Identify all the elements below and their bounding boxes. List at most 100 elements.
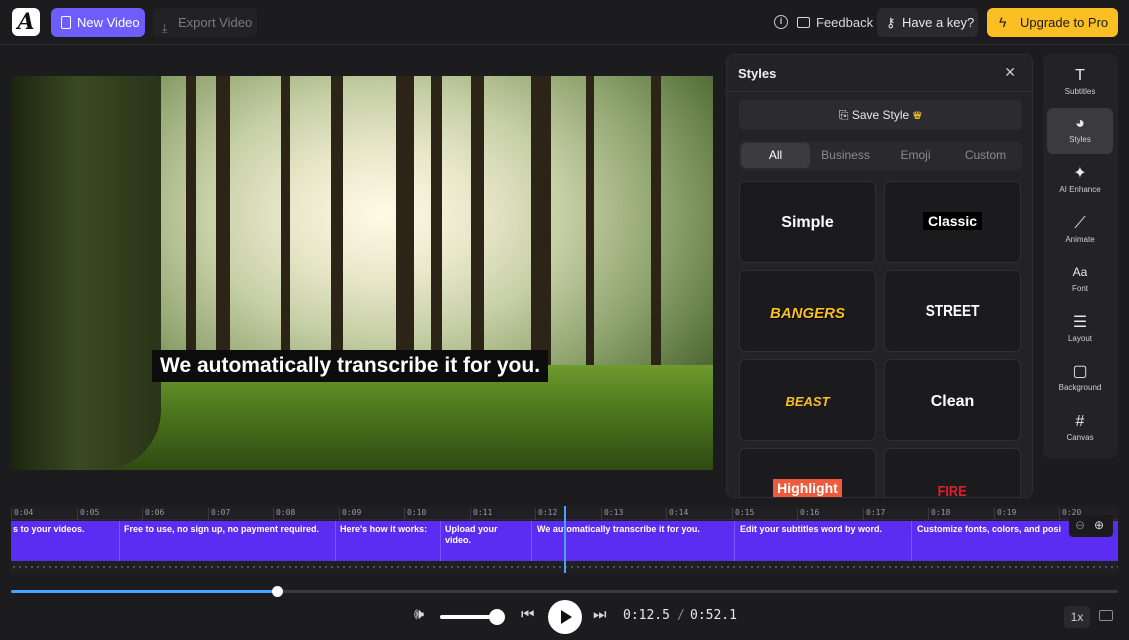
- volume-handle[interactable]: [489, 609, 505, 625]
- have-key-label: Have a key?: [902, 15, 975, 30]
- have-key-button[interactable]: ⚷ Have a key?: [877, 8, 978, 37]
- segment-divider: [911, 521, 912, 561]
- rail-item-layout[interactable]: ☰ Layout: [1047, 307, 1113, 353]
- skip-forward-icon[interactable]: ⏭: [593, 606, 607, 623]
- rail-item-font[interactable]: Aa Font: [1047, 257, 1113, 303]
- current-time: 0:12.5: [623, 608, 670, 623]
- zoom-controls: ⊖ ⊕: [1069, 515, 1113, 537]
- playback-speed-button[interactable]: 1x: [1064, 606, 1090, 628]
- upgrade-button[interactable]: ϟ Upgrade to Pro: [987, 8, 1118, 37]
- subtitle-segment[interactable]: Edit your subtitles word by word.: [740, 524, 882, 535]
- rail-item-background[interactable]: ▢ Background: [1047, 356, 1113, 402]
- segment-divider: [119, 521, 120, 561]
- rail-item-styles[interactable]: ◕ Styles: [1047, 108, 1113, 154]
- close-icon[interactable]: ✕: [1004, 64, 1016, 81]
- tab-business[interactable]: Business: [811, 143, 880, 168]
- style-card-label: Clean: [930, 393, 975, 410]
- rail-item-subtitles[interactable]: T Subtitles: [1047, 60, 1113, 106]
- tree-trunk: [281, 76, 290, 356]
- playhead[interactable]: [564, 506, 566, 573]
- style-card-label: Simple: [781, 214, 834, 231]
- subtitle-segment[interactable]: Free to use, no sign up, no payment requ…: [124, 524, 319, 535]
- segment-divider: [531, 521, 532, 561]
- time-tick: 0:17: [862, 508, 886, 520]
- rail-item-label: Subtitles: [1064, 87, 1096, 96]
- bookmark-icon: ⎘: [838, 108, 849, 122]
- style-card-street[interactable]: STREET: [884, 270, 1021, 352]
- palette-icon: ◕: [1075, 115, 1085, 132]
- seek-progress: [11, 590, 277, 593]
- seek-handle[interactable]: [271, 586, 283, 597]
- file-icon: [61, 16, 71, 29]
- seek-bar[interactable]: [11, 586, 1118, 597]
- style-card-simple[interactable]: Simple: [739, 181, 876, 263]
- time-tick: 0:18: [927, 508, 951, 520]
- save-style-button[interactable]: ⎘ Save Style ♛: [739, 100, 1022, 130]
- save-style-label: Save Style: [851, 108, 910, 122]
- tree-trunk: [186, 76, 196, 376]
- style-card-clean[interactable]: Clean: [884, 359, 1021, 441]
- rail-item-animate[interactable]: ⟋ Animate: [1047, 208, 1113, 254]
- subtitle-segment[interactable]: s to your videos.: [13, 524, 85, 535]
- time-tick: 0:10: [403, 508, 427, 520]
- tab-custom[interactable]: Custom: [951, 143, 1020, 168]
- tab-all[interactable]: All: [741, 143, 810, 168]
- time-tick: 0:14: [665, 508, 689, 520]
- tree-trunk: [431, 76, 442, 376]
- time-tick: 0:08: [272, 508, 296, 520]
- tree-trunk: [216, 76, 230, 396]
- subtitle-segment[interactable]: Upload your video.: [445, 524, 517, 546]
- volume-icon[interactable]: 🕪: [414, 606, 424, 624]
- play-button[interactable]: [548, 600, 582, 634]
- time-tick: 0:05: [76, 508, 100, 520]
- rail-item-label: Styles: [1069, 135, 1091, 144]
- tree-trunk: [586, 76, 594, 366]
- style-card-beast[interactable]: BEAST: [739, 359, 876, 441]
- time-tick: 0:09: [338, 508, 362, 520]
- rail-item-ai-enhance[interactable]: ✦ AI Enhance: [1047, 158, 1113, 204]
- styles-panel: Styles ✕ ⎘ Save Style ♛ All Business Emo…: [726, 54, 1033, 498]
- style-card-classic[interactable]: Classic: [884, 181, 1021, 263]
- style-card-bangers[interactable]: BANGERS: [739, 270, 876, 352]
- style-card-fire[interactable]: FIRE: [884, 448, 1021, 498]
- sparkle-icon: ✦: [1073, 165, 1087, 182]
- timeline[interactable]: 0:04 0:05 0:06 0:07 0:08 0:09 0:10 0:11 …: [10, 506, 1118, 573]
- top-bar: A New Video ⤓ Export Video i Feedback ⚷ …: [0, 0, 1129, 45]
- square-icon: ▢: [1072, 363, 1088, 380]
- rail-item-label: Canvas: [1066, 433, 1094, 442]
- export-video-button[interactable]: ⤓ Export Video: [153, 8, 257, 37]
- style-card-highlight[interactable]: Highlight: [739, 448, 876, 497]
- style-card-label: Highlight: [773, 479, 842, 497]
- hash-icon: #: [1075, 413, 1085, 430]
- tab-emoji[interactable]: Emoji: [881, 143, 950, 168]
- segment-divider: [335, 521, 336, 561]
- subtitle-segment[interactable]: We automatically transcribe it for you.: [537, 524, 700, 535]
- video-preview[interactable]: We automatically transcribe it for you.: [11, 76, 713, 470]
- skip-back-icon[interactable]: ⏮: [521, 606, 535, 623]
- player-controls: 🕪 ⏮ ⏭ 0:12.5 / 0:52.1 1x: [0, 598, 1129, 638]
- rail-item-label: Font: [1071, 284, 1088, 293]
- style-card-label: BANGERS: [769, 305, 845, 322]
- style-tabs: All Business Emoji Custom: [739, 141, 1022, 170]
- tree-trunk: [331, 76, 343, 376]
- volume-slider[interactable]: [440, 609, 505, 625]
- zoom-out-icon[interactable]: ⊖: [1075, 518, 1085, 532]
- time-tick: 0:15: [731, 508, 755, 520]
- subtitle-caption[interactable]: We automatically transcribe it for you.: [152, 350, 549, 382]
- download-icon: ⤓: [162, 21, 168, 35]
- rail-item-label: AI Enhance: [1059, 185, 1101, 194]
- zoom-in-icon[interactable]: ⊕: [1094, 518, 1104, 532]
- style-card-label: FIRE: [937, 483, 968, 498]
- fullscreen-icon[interactable]: [1099, 610, 1113, 621]
- time-tick: 0:07: [207, 508, 231, 520]
- subtitle-segment[interactable]: Here's how it works:: [340, 524, 427, 535]
- info-icon[interactable]: i: [774, 15, 788, 29]
- time-tick: 0:16: [796, 508, 820, 520]
- subtitle-segment[interactable]: Customize fonts, colors, and posi: [917, 524, 1067, 535]
- new-video-button[interactable]: New Video: [51, 8, 145, 37]
- app-logo[interactable]: A: [12, 8, 40, 36]
- panel-title: Styles: [738, 66, 777, 81]
- rail-item-label: Layout: [1067, 334, 1093, 343]
- feedback-button[interactable]: Feedback: [797, 8, 873, 37]
- rail-item-canvas[interactable]: # Canvas: [1047, 406, 1113, 452]
